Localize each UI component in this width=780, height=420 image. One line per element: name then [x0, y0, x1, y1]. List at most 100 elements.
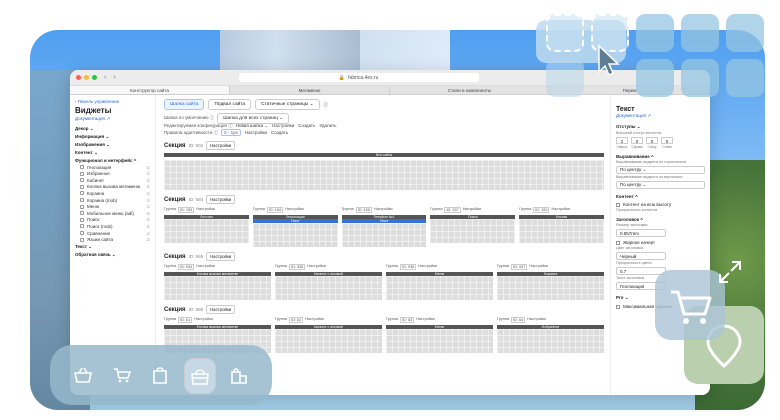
layout-grid[interactable]: [519, 219, 604, 243]
config-delete-link[interactable]: Удалить: [319, 123, 336, 128]
info-icon[interactable]: ①: [146, 204, 150, 209]
info-icon[interactable]: ①: [146, 211, 150, 216]
drag-handle-icon[interactable]: [80, 237, 84, 242]
layout-grid[interactable]: [164, 219, 249, 243]
section-settings-button[interactable]: Настройки: [206, 252, 236, 261]
sidebar-item[interactable]: Языки сайта ①: [80, 237, 150, 242]
sidebar-item[interactable]: Кабинет ①: [80, 178, 150, 183]
layout-group[interactable]: Группа ID: 935 Настройки Каталог с иконкой: [275, 264, 382, 300]
layout-grid[interactable]: [497, 329, 604, 353]
layout-grid[interactable]: [164, 276, 271, 300]
group-settings-link[interactable]: Настройки: [194, 317, 213, 323]
checkbox-box[interactable]: [616, 240, 620, 245]
back-link[interactable]: ‹ Панель управления: [75, 99, 150, 104]
layout-group[interactable]: Группа ID: 64 Настройки Избранное: [497, 317, 604, 353]
group-settings-link[interactable]: Настройки: [374, 207, 393, 213]
sidebar-item[interactable]: Поиск ①: [80, 217, 150, 222]
adaptive-select[interactable]: 0 - 1px: [221, 129, 241, 136]
layout-group[interactable]: Группа ID: 157 Настройки Поиск: [430, 207, 516, 247]
layout-group[interactable]: Группа ID: 155 Настройки Телефон №1 Текст: [341, 207, 427, 247]
sidebar-item[interactable]: Избранное ①: [80, 171, 150, 176]
group-settings-link[interactable]: Настройки: [463, 207, 482, 213]
drag-handle-icon[interactable]: [80, 204, 84, 209]
drag-handle-icon[interactable]: [80, 184, 84, 189]
align-heading[interactable]: Выравнивание ^: [616, 154, 705, 159]
drag-handle-icon[interactable]: [80, 191, 84, 196]
address-bar[interactable]: 🔒 fabrica.4ex.ru: [238, 73, 479, 82]
section-settings-button[interactable]: Настройки: [206, 305, 236, 314]
sidebar-item[interactable]: Мобильное меню (adl) ①: [80, 211, 150, 216]
tab-megamenu[interactable]: Мегаменю: [230, 86, 390, 94]
forward-arrow-icon[interactable]: ›: [113, 74, 115, 81]
align-v-select[interactable]: По центру ⌄: [616, 181, 705, 189]
footer-button[interactable]: Подвал сайта: [208, 99, 252, 110]
docs-link[interactable]: Документация ↗: [75, 116, 150, 122]
sidebar-item[interactable]: Кнопка вызова мегаменю ①: [80, 184, 150, 189]
bold-checkbox[interactable]: Жирное начерт: [616, 240, 705, 245]
back-arrow-icon[interactable]: ‹: [104, 74, 106, 81]
layout-grid[interactable]: [275, 329, 382, 353]
drag-handle-icon[interactable]: [80, 224, 84, 229]
pad-right[interactable]: 0 Справа: [631, 137, 643, 149]
group-settings-link[interactable]: Настройки: [305, 317, 324, 323]
drag-handle-icon[interactable]: [80, 178, 84, 183]
section-settings-button[interactable]: Настройки: [206, 195, 236, 204]
padding-heading[interactable]: Отступы ⌄: [616, 124, 705, 130]
pad-value[interactable]: 2: [616, 137, 628, 144]
drag-handle-icon[interactable]: [80, 198, 84, 203]
layout-grid[interactable]: [164, 329, 271, 353]
drag-handle-icon[interactable]: [80, 231, 84, 236]
group-settings-link[interactable]: Настройки: [418, 264, 437, 270]
sidebar-item[interactable]: Корзина ①: [80, 191, 150, 196]
pro-heading[interactable]: Pro ⌄: [616, 295, 705, 301]
title-text-input[interactable]: Геолокация: [616, 282, 666, 290]
layout-grid[interactable]: [164, 160, 604, 190]
header-button[interactable]: Шапка сайта: [164, 99, 205, 110]
layout-group[interactable]: Группа ID: 937 Настройки Корзина: [497, 264, 604, 300]
layout-group[interactable]: Группа ID: 62 Настройки Каталог с иконкой: [275, 317, 382, 353]
layout-group[interactable]: Группа ID: 63 Настройки Меню: [386, 317, 493, 353]
group-settings-link[interactable]: Настройки: [285, 207, 304, 213]
info-icon[interactable]: ①: [146, 191, 150, 196]
group-settings-link[interactable]: Настройки: [196, 264, 215, 270]
checkbox-box[interactable]: [616, 304, 620, 309]
layout-group[interactable]: Группа ID: 934 Настройки Кнопка вызова мега…: [164, 264, 271, 300]
group-settings-link[interactable]: Настройки: [529, 264, 548, 270]
pad-left[interactable]: 0 Слева: [661, 137, 673, 149]
adaptive-settings-link[interactable]: Настройки: [245, 130, 267, 135]
config-select[interactable]: Новая шапка ⌄: [236, 123, 268, 128]
pad-value[interactable]: 0: [631, 137, 643, 144]
info-icon[interactable]: ①: [146, 178, 150, 183]
layout-grid[interactable]: [386, 276, 493, 300]
layout-grid[interactable]: [386, 329, 493, 353]
title-heading[interactable]: Заголовок ^: [616, 217, 705, 222]
layout-grid[interactable]: [275, 276, 382, 300]
maximize-dot[interactable]: [92, 75, 97, 80]
pad-top[interactable]: 2 Сверху: [616, 137, 628, 149]
group-settings-link[interactable]: Настройки: [551, 207, 570, 213]
layout-group[interactable]: Группа ID: 936 Настройки Меню: [386, 264, 493, 300]
close-dot[interactable]: [76, 75, 81, 80]
group-text[interactable]: Текст ⌄: [75, 244, 150, 250]
group-decor[interactable]: Декор ⌄: [75, 126, 150, 132]
group-settings-link[interactable]: Настройки: [527, 317, 546, 323]
drag-handle-icon[interactable]: [80, 165, 84, 170]
layout-grid[interactable]: [341, 223, 427, 247]
group-settings-link[interactable]: Настройки: [196, 207, 215, 213]
layout-group[interactable]: Группа ID: 153 Настройки Кнопки: [519, 207, 604, 247]
minimize-dot[interactable]: [84, 75, 89, 80]
group-settings-link[interactable]: Настройки: [307, 264, 326, 270]
sidebar-item[interactable]: Корзина (mob) ①: [80, 198, 150, 203]
layout-group[interactable]: Группа ID: 61 Настройки Кнопка вызова мегам…: [164, 317, 271, 353]
layout-group[interactable]: Группа ID: 153 Настройки Логотип: [164, 207, 249, 247]
layout-grid[interactable]: [497, 276, 604, 300]
pad-bottom[interactable]: 0 Снизу: [646, 137, 658, 149]
content-heading[interactable]: Контент ^: [616, 194, 705, 199]
pad-value[interactable]: 0: [661, 137, 673, 144]
info-icon[interactable]: ①: [146, 217, 150, 222]
info-icon[interactable]: ①: [146, 184, 150, 189]
widget-block[interactable]: Вся сайта: [164, 153, 604, 157]
checkbox-box[interactable]: [616, 202, 620, 207]
group-settings-link[interactable]: Настройки: [416, 317, 435, 323]
title-size-input[interactable]: 0.857rem: [616, 229, 666, 237]
